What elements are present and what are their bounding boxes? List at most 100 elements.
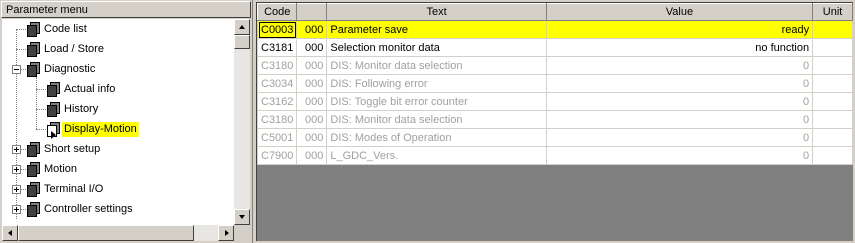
cell-subcode[interactable]: 000 — [296, 38, 328, 57]
cell-text[interactable]: DIS: Monitor data selection — [326, 56, 547, 75]
scroll-up-button[interactable] — [234, 19, 250, 35]
table-row[interactable]: C5001 000 DIS: Modes of Operation 0 — [256, 128, 853, 147]
cell-unit[interactable] — [812, 56, 853, 75]
table-header-row: Code Text Value Unit — [256, 3, 853, 21]
scroll-down-button[interactable] — [234, 209, 250, 225]
table-row[interactable]: C3180 000 DIS: Monitor data selection 0 — [256, 56, 853, 75]
scrollbar-corner — [234, 225, 250, 241]
cell-value[interactable]: 0 — [545, 146, 814, 165]
table-row[interactable]: C3181 000 Selection monitor data no functio… — [256, 38, 853, 57]
column-header-unit[interactable]: Unit — [812, 3, 853, 21]
tree-item-label: Display-Motion — [62, 122, 139, 137]
cell-text[interactable]: DIS: Toggle bit error counter — [326, 92, 547, 111]
cell-code[interactable]: C0003 — [256, 20, 298, 39]
tree-item-label: Motion — [44, 163, 78, 175]
cell-unit[interactable] — [812, 38, 853, 57]
arrow-down-icon — [239, 215, 245, 219]
book-closed-icon — [27, 162, 40, 177]
cell-unit[interactable] — [812, 20, 853, 39]
cell-subcode[interactable]: 000 — [296, 92, 328, 111]
tree-item-controller-settings[interactable]: Controller settings — [2, 199, 234, 219]
tree-item-label: Terminal I/O — [44, 183, 104, 195]
cell-unit[interactable] — [812, 74, 853, 93]
book-closed-icon — [47, 82, 60, 97]
cell-unit[interactable] — [812, 128, 853, 147]
parameter-menu-panel: Parameter menu Code list Load / Store Diag… — [0, 0, 253, 243]
column-header-value[interactable]: Value — [545, 3, 814, 21]
table-row[interactable]: C7900 000 L_GDC_Vers. 0 — [256, 146, 853, 165]
cell-subcode[interactable]: 000 — [296, 74, 328, 93]
cell-text[interactable]: Selection monitor data — [326, 38, 547, 57]
cell-value[interactable]: 0 — [545, 74, 814, 93]
column-header-text[interactable]: Text — [326, 3, 547, 21]
cell-text[interactable]: L_GDC_Vers. — [326, 146, 547, 165]
cell-value[interactable]: no function — [545, 38, 814, 57]
collapse-minus-icon[interactable] — [12, 65, 21, 74]
cell-subcode[interactable]: 000 — [296, 20, 328, 39]
cell-text[interactable]: DIS: Monitor data selection — [326, 110, 547, 129]
tree-item-label: History — [64, 103, 99, 115]
parameter-table-panel: Code Text Value Unit C0003 000 Parameter s… — [256, 2, 853, 241]
book-closed-icon — [27, 22, 40, 37]
cell-unit[interactable] — [812, 146, 853, 165]
table-row[interactable]: C0003 000 Parameter save ready — [256, 20, 853, 39]
cell-value[interactable]: 0 — [545, 128, 814, 147]
tree-item-diagnostic[interactable]: Diagnostic — [2, 59, 234, 79]
book-closed-icon — [27, 42, 40, 57]
cell-value[interactable]: 0 — [545, 92, 814, 111]
tree-item-label: Code list — [44, 23, 87, 35]
expand-plus-icon[interactable] — [12, 165, 21, 174]
column-header-subcode[interactable] — [296, 3, 328, 21]
vertical-scroll-thumb[interactable] — [234, 35, 250, 49]
tree-item-history[interactable]: History — [2, 99, 234, 119]
cell-subcode[interactable]: 000 — [296, 56, 328, 75]
cell-code[interactable]: C3180 — [256, 110, 298, 129]
cell-text[interactable]: Parameter save — [326, 20, 547, 39]
cell-code[interactable]: C7900 — [256, 146, 298, 165]
tree-item-terminal-i-o[interactable]: Terminal I/O — [2, 179, 234, 199]
table-row[interactable]: C3180 000 DIS: Monitor data selection 0 — [256, 110, 853, 129]
table-row[interactable]: C3034 000 DIS: Following error 0 — [256, 74, 853, 93]
tree-item-label: Actual info — [64, 83, 116, 95]
expand-plus-icon[interactable] — [12, 145, 21, 154]
arrow-left-icon — [8, 230, 12, 236]
cell-unit[interactable] — [812, 92, 853, 111]
book-arrow-icon — [47, 122, 60, 139]
expand-plus-icon[interactable] — [12, 205, 21, 214]
tree-item-short-setup[interactable]: Short setup — [2, 139, 234, 159]
expand-plus-icon[interactable] — [12, 185, 21, 194]
scroll-right-button[interactable] — [218, 225, 234, 241]
tree-item-label: Load / Store — [44, 43, 104, 55]
parameter-tree[interactable]: Code list Load / Store Diagnostic Actual in… — [2, 19, 234, 225]
tree-item-load-store[interactable]: Load / Store — [2, 39, 234, 59]
cell-code[interactable]: C3034 — [256, 74, 298, 93]
tree-item-actual-info[interactable]: Actual info — [2, 79, 234, 99]
cell-subcode[interactable]: 000 — [296, 110, 328, 129]
parameter-table: Code Text Value Unit C0003 000 Parameter s… — [256, 3, 853, 165]
cell-value[interactable]: ready — [545, 20, 814, 39]
cell-subcode[interactable]: 000 — [296, 128, 328, 147]
cell-code[interactable]: C3180 — [256, 56, 298, 75]
tree-item-label: Diagnostic — [44, 63, 96, 75]
cell-code[interactable]: C3181 — [256, 38, 298, 57]
tree-vertical-scrollbar[interactable] — [234, 19, 250, 225]
tree-item-motion[interactable]: Motion — [2, 159, 234, 179]
column-header-code[interactable]: Code — [256, 3, 298, 21]
book-open-icon — [27, 62, 40, 77]
cell-value[interactable]: 0 — [545, 56, 814, 75]
horizontal-scroll-thumb[interactable] — [18, 225, 194, 241]
tree-item-label: Short setup — [44, 143, 101, 155]
tree-horizontal-scrollbar[interactable] — [2, 225, 234, 241]
cell-value[interactable]: 0 — [545, 110, 814, 129]
cell-unit[interactable] — [812, 110, 853, 129]
cell-code[interactable]: C5001 — [256, 128, 298, 147]
cell-text[interactable]: DIS: Following error — [326, 74, 547, 93]
arrow-up-icon — [239, 25, 245, 29]
cell-subcode[interactable]: 000 — [296, 146, 328, 165]
cell-text[interactable]: DIS: Modes of Operation — [326, 128, 547, 147]
tree-item-code-list[interactable]: Code list — [2, 19, 234, 39]
tree-item-display-motion[interactable]: Display-Motion — [2, 119, 234, 139]
table-row[interactable]: C3162 000 DIS: Toggle bit error counter 0 — [256, 92, 853, 111]
cell-code[interactable]: C3162 — [256, 92, 298, 111]
scroll-left-button[interactable] — [2, 225, 18, 241]
